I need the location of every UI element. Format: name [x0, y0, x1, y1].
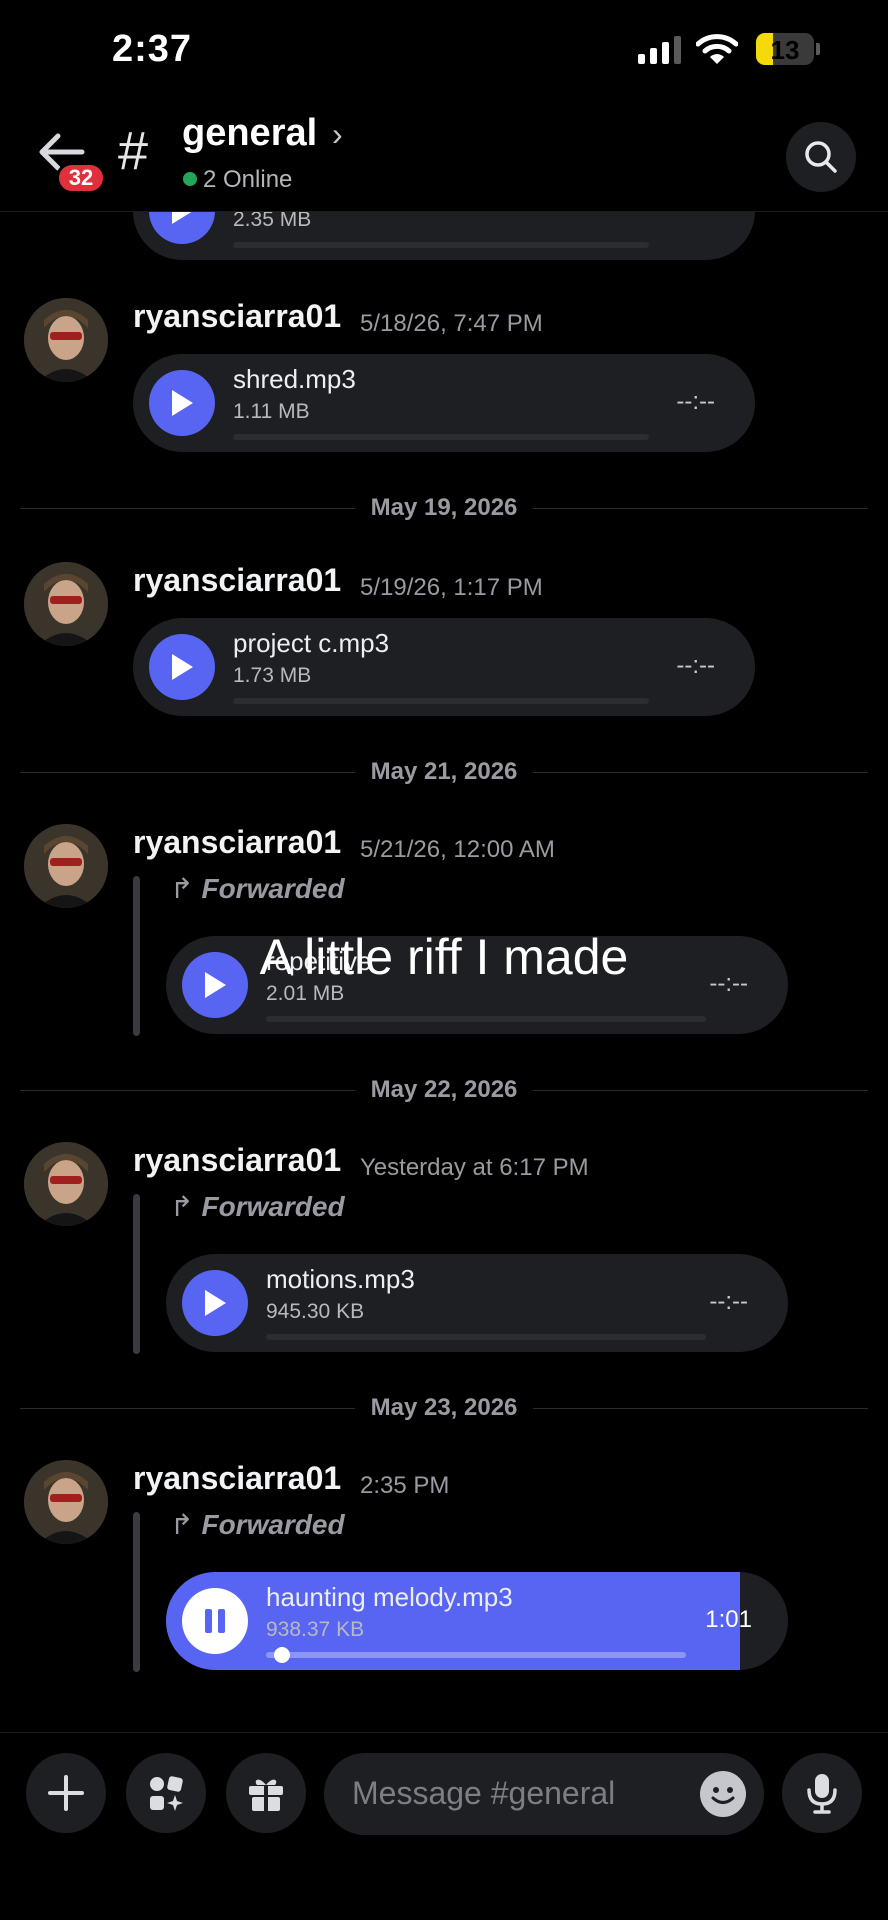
- username[interactable]: ryansciarra01: [133, 562, 341, 599]
- add-attachment-button[interactable]: [26, 1753, 106, 1833]
- attachment-filename: project c.mp3: [233, 628, 390, 658]
- play-button[interactable]: [149, 370, 215, 436]
- emoji-icon[interactable]: [700, 1771, 746, 1817]
- play-icon: [172, 654, 193, 680]
- voice-message-button[interactable]: [782, 1753, 862, 1833]
- apps-button[interactable]: [126, 1753, 206, 1833]
- date-divider: May 19, 2026: [0, 494, 888, 522]
- forwarded-label: ↱ Forwarded: [170, 1509, 345, 1540]
- message-placeholder: Message #general: [352, 1775, 616, 1811]
- attachment-filename: shred.mp3: [233, 364, 356, 394]
- progress-track[interactable]: [266, 1016, 706, 1022]
- audio-attachment-playing[interactable]: haunting melody.mp3 938.37 KB 1:01: [166, 1572, 788, 1670]
- username[interactable]: ryansciarra01: [133, 824, 341, 861]
- forwarded-label: ↱ Forwarded: [170, 1191, 345, 1222]
- attachment-duration: --:--: [676, 388, 715, 415]
- date-divider: May 21, 2026: [0, 758, 888, 786]
- gift-icon: [249, 1779, 283, 1811]
- forward-icon: ↱: [170, 873, 194, 904]
- video-caption: A little riff I made: [259, 929, 629, 985]
- attachment-size: 938.37 KB: [266, 1618, 365, 1641]
- forwarded-label: ↱ Forwarded: [170, 873, 345, 904]
- pause-icon: [205, 1609, 225, 1633]
- wifi-icon: [696, 34, 738, 64]
- play-button[interactable]: [149, 634, 215, 700]
- attachment-duration: 1:01: [705, 1606, 752, 1633]
- play-button[interactable]: [182, 1270, 248, 1336]
- avatar[interactable]: [24, 1142, 108, 1226]
- attachment-duration: --:--: [676, 652, 715, 679]
- progress-track[interactable]: [266, 1334, 706, 1340]
- progress-track[interactable]: [266, 1652, 686, 1658]
- attachment-duration: --:--: [709, 1288, 748, 1315]
- online-dot-icon: [183, 172, 197, 186]
- timestamp: 5/18/26, 7:47 PM: [360, 310, 543, 337]
- online-count: 2 Online: [183, 166, 292, 194]
- play-icon: [205, 1290, 226, 1316]
- status-bar: 2:37 13: [0, 0, 888, 100]
- forward-icon: ↱: [170, 1191, 194, 1222]
- username[interactable]: ryansciarra01: [133, 1460, 341, 1497]
- forward-bar: [133, 1512, 140, 1672]
- attachment-size: 1.73 MB: [233, 664, 312, 687]
- forward-bar: [133, 1194, 140, 1354]
- channel-hash-icon: #: [118, 121, 149, 181]
- status-time: 2:37: [112, 28, 193, 70]
- attachment-size: 945.30 KB: [266, 1300, 365, 1323]
- search-button[interactable]: [786, 122, 856, 192]
- channel-name[interactable]: general: [182, 112, 317, 155]
- battery-icon: 13: [756, 33, 814, 65]
- timestamp: 5/21/26, 12:00 AM: [360, 836, 555, 863]
- avatar[interactable]: [24, 562, 108, 646]
- progress-track[interactable]: [233, 698, 649, 704]
- progress-track[interactable]: [233, 434, 649, 440]
- avatar[interactable]: [24, 298, 108, 382]
- attachment-size: 1.11 MB: [233, 400, 310, 423]
- plus-icon: [48, 1775, 84, 1811]
- channel-header: 32 # general › 2 Online: [0, 100, 888, 212]
- apps-icon: [150, 1776, 183, 1811]
- battery-level: 13: [770, 35, 800, 65]
- username[interactable]: ryansciarra01: [133, 1142, 341, 1179]
- message-input[interactable]: Message #general: [324, 1753, 764, 1835]
- attachment-filename: motions.mp3: [266, 1264, 415, 1294]
- timestamp: 2:35 PM: [360, 1472, 450, 1499]
- timestamp: Yesterday at 6:17 PM: [360, 1154, 589, 1181]
- microphone-icon: [807, 1774, 837, 1814]
- attachment-size: 2.35 MB: [233, 212, 312, 231]
- message-composer: Message #general: [0, 1732, 888, 1920]
- timestamp: 5/19/26, 1:17 PM: [360, 574, 543, 601]
- avatar[interactable]: [24, 1460, 108, 1544]
- date-divider: May 22, 2026: [0, 1076, 888, 1104]
- attachment-filename: haunting melody.mp3: [266, 1582, 513, 1612]
- audio-attachment[interactable]: project c.mp3 1.73 MB --:--: [133, 618, 755, 716]
- audio-attachment[interactable]: shred.mp3 1.11 MB --:--: [133, 354, 755, 452]
- play-icon: [172, 212, 192, 224]
- audio-attachment[interactable]: motions.mp3 945.30 KB --:--: [166, 1254, 788, 1352]
- avatar[interactable]: [24, 824, 108, 908]
- pause-button[interactable]: [182, 1588, 248, 1654]
- date-divider: May 23, 2026: [0, 1394, 888, 1422]
- unread-badge: 32: [56, 162, 106, 194]
- gift-button[interactable]: [226, 1753, 306, 1833]
- search-icon: [805, 141, 837, 173]
- progress-track[interactable]: [233, 242, 649, 248]
- audio-attachment[interactable]: 2.35 MB --:--: [133, 212, 755, 260]
- forward-icon: ↱: [170, 1509, 194, 1540]
- play-button[interactable]: [149, 212, 215, 244]
- chevron-right-icon[interactable]: ›: [332, 116, 343, 153]
- username[interactable]: ryansciarra01: [133, 298, 341, 335]
- cellular-signal-icon: [638, 36, 681, 64]
- play-icon: [172, 390, 193, 416]
